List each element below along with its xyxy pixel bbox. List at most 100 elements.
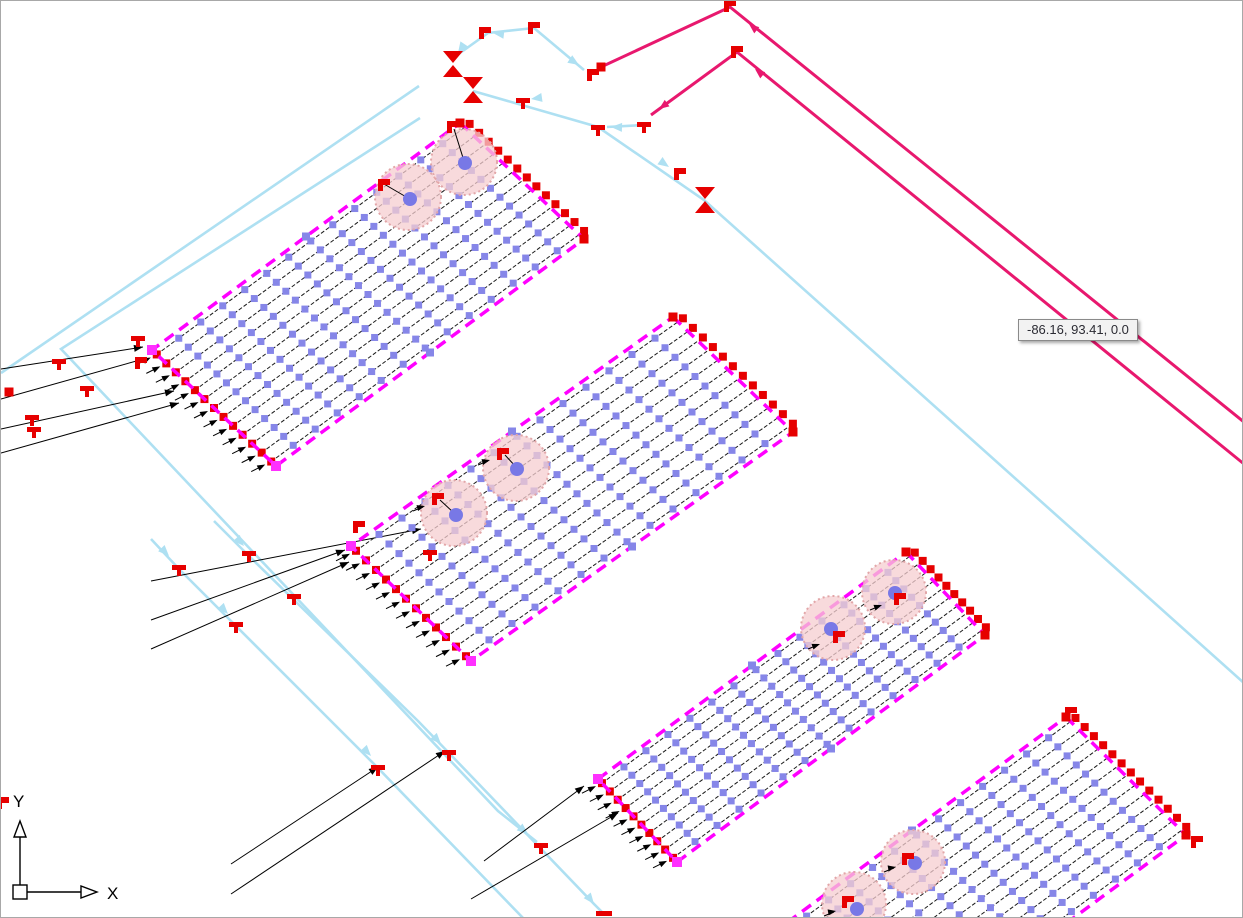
vertex-grip[interactable] [577, 455, 584, 462]
vertex-grip[interactable] [660, 805, 667, 812]
row-end-grip[interactable] [1090, 732, 1098, 740]
vertex-grip[interactable] [798, 675, 805, 682]
vertex-grip[interactable] [242, 397, 249, 404]
circle-center-grip[interactable] [458, 156, 472, 170]
vertex-grip[interactable] [726, 756, 733, 763]
point-marker-flag[interactable] [674, 168, 686, 174]
vertex-grip[interactable] [317, 246, 324, 253]
vertex-grip[interactable] [571, 526, 578, 533]
corner-grip[interactable] [1182, 831, 1191, 840]
row-end-grip[interactable] [942, 582, 950, 590]
vertex-grip[interactable] [732, 723, 739, 730]
vertex-grip[interactable] [377, 266, 384, 273]
point-marker-t[interactable] [428, 555, 432, 561]
row-end-grip[interactable] [532, 182, 540, 190]
vertex-grip[interactable] [216, 336, 223, 343]
vertex-grip[interactable] [1027, 906, 1034, 913]
vertex-grip[interactable] [746, 699, 753, 706]
vertex-grip[interactable] [348, 239, 355, 246]
vertex-grip[interactable] [1000, 879, 1007, 886]
vertex-grip[interactable] [263, 270, 270, 277]
vertex-grip[interactable] [570, 410, 577, 417]
vertex-grip[interactable] [484, 219, 491, 226]
vertex-grip[interactable] [904, 668, 911, 675]
row-end-grip[interactable] [919, 557, 927, 565]
row-end-grip[interactable] [1071, 714, 1079, 722]
vertex-grip[interactable] [978, 895, 985, 902]
boundary-polyline[interactable] [601, 7, 1242, 422]
vertex-grip[interactable] [706, 463, 713, 470]
point-marker-flag[interactable] [1, 803, 2, 809]
vertex-grip[interactable] [802, 757, 809, 764]
vertex-grip[interactable] [1022, 863, 1029, 870]
vertex-grip[interactable] [389, 241, 396, 248]
vertex-grip[interactable] [532, 604, 539, 611]
vertex-grip[interactable] [1060, 787, 1067, 794]
vertex-grip[interactable] [1147, 834, 1154, 841]
vertex-grip[interactable] [525, 559, 532, 566]
point-marker-t[interactable] [131, 336, 145, 341]
vertex-grip[interactable] [362, 325, 369, 332]
vertex-grip[interactable] [593, 393, 600, 400]
point-marker-flag[interactable] [447, 121, 459, 127]
vertex-grip[interactable] [494, 228, 501, 235]
vertex-grip[interactable] [844, 684, 851, 691]
vertex-grip[interactable] [1106, 832, 1113, 839]
vertex-grip[interactable] [866, 667, 873, 674]
vertex-grip[interactable] [1088, 814, 1095, 821]
vertex-grip[interactable] [880, 643, 887, 650]
vertex-grip[interactable] [301, 306, 308, 313]
point-marker-flag[interactable] [497, 454, 502, 460]
vertex-grip[interactable] [270, 313, 277, 320]
point-marker-hourglass[interactable] [443, 51, 463, 77]
vertex-grip[interactable] [792, 708, 799, 715]
point-marker-t[interactable] [27, 427, 41, 432]
vertex-grip[interactable] [554, 471, 561, 478]
vertex-grip[interactable] [1069, 796, 1076, 803]
vertex-grip[interactable] [440, 251, 447, 258]
vertex-grip[interactable] [415, 302, 422, 309]
vertex-grip[interactable] [277, 356, 284, 363]
vertex-grip[interactable] [778, 732, 785, 739]
vertex-grip[interactable] [387, 275, 394, 282]
vertex-grip[interactable] [926, 651, 933, 658]
vertex-grip[interactable] [486, 636, 493, 643]
vertex-grip[interactable] [676, 822, 683, 829]
vertex-grip[interactable] [390, 352, 397, 359]
vertex-grip[interactable] [399, 250, 406, 257]
point-marker-t[interactable] [376, 770, 380, 776]
point-marker-flag[interactable] [497, 448, 509, 454]
point-marker-t[interactable] [247, 556, 251, 562]
vertex-grip[interactable] [639, 361, 646, 368]
vertex-grip[interactable] [541, 497, 548, 504]
vertex-grip[interactable] [606, 367, 613, 374]
vertex-grip[interactable] [712, 781, 719, 788]
vertex-grip[interactable] [694, 723, 701, 730]
row-end-grip[interactable] [779, 410, 787, 418]
vertex-grip[interactable] [274, 390, 281, 397]
vertex-grip[interactable] [822, 700, 829, 707]
vertex-grip[interactable] [251, 295, 258, 302]
vertex-grip[interactable] [846, 725, 853, 732]
point-marker-flag[interactable] [724, 1, 736, 6]
vertex-grip[interactable] [709, 428, 716, 435]
vertex-grip[interactable] [1071, 874, 1078, 881]
vertex-grip[interactable] [548, 542, 555, 549]
vertex-grip[interactable] [449, 562, 456, 569]
vertex-grip[interactable] [213, 370, 220, 377]
vertex-grip[interactable] [679, 399, 686, 406]
row-end-grip[interactable] [523, 173, 531, 181]
vertex-grip[interactable] [912, 676, 919, 683]
vertex-grip[interactable] [808, 724, 815, 731]
vertex-grip[interactable] [636, 780, 643, 787]
vertex-grip[interactable] [282, 288, 289, 295]
vertex-grip[interactable] [950, 868, 957, 875]
vertex-grip[interactable] [318, 357, 325, 364]
vertex-grip[interactable] [1007, 810, 1014, 817]
vertex-grip[interactable] [1057, 821, 1064, 828]
point-marker-flag[interactable] [1191, 842, 1196, 848]
vertex-grip[interactable] [642, 747, 649, 754]
vertex-grip[interactable] [361, 214, 368, 221]
row-end-grip[interactable] [551, 200, 559, 208]
vertex-grip[interactable] [739, 456, 746, 463]
